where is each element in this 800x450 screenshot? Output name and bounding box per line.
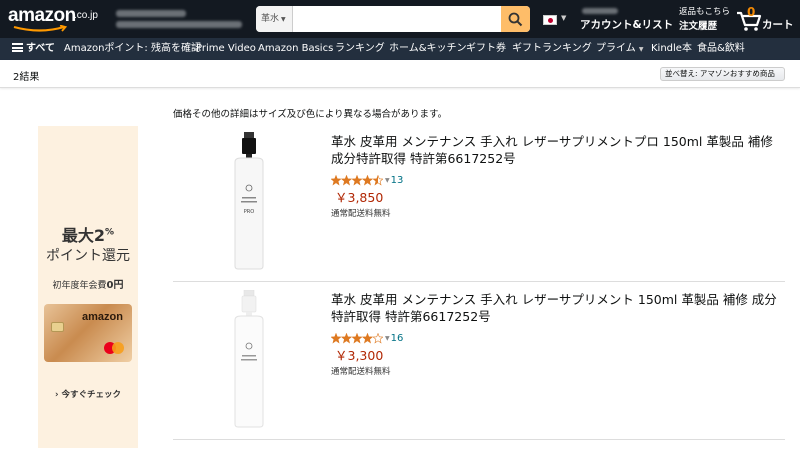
nav-item-prime[interactable]: プライム ▼	[596, 38, 643, 60]
nav-item-amazon-basics[interactable]: Amazon Basics	[258, 38, 333, 60]
ad-cta-label: 今すぐチェック	[61, 390, 121, 400]
rating-count[interactable]: 16	[391, 333, 404, 344]
search-input[interactable]	[293, 6, 493, 32]
product-title[interactable]: 革水 皮革用 メンテナンス 手入れ レザーサプリメントプロ 150ml 革製品 …	[331, 133, 783, 167]
logo-tld: .co.jp	[74, 10, 98, 21]
product-image[interactable]: PRO	[229, 132, 269, 270]
secondary-navigation-bar: すべて Amazonポイント: 残高を確認 Prime Video Amazon…	[0, 38, 800, 60]
product-price[interactable]: ￥3,300	[335, 345, 383, 364]
shipping-info: 通常配送料無料	[331, 209, 391, 219]
caret-down-icon: ▼	[385, 177, 390, 184]
product-title[interactable]: 革水 皮革用 メンテナンス 手入れ レザーサプリメント 150ml 革製品 補修…	[331, 291, 783, 325]
logo-text: amazon	[8, 5, 76, 26]
results-count: 2結果	[13, 72, 40, 83]
cart-button[interactable]: 0 カート	[736, 5, 796, 33]
ad-subline: ポイント還元	[46, 248, 130, 264]
mastercard-icon	[104, 342, 124, 354]
account-label: アカウント&リスト	[580, 19, 674, 31]
caret-down-icon: ▼	[385, 335, 390, 342]
account-and-lists[interactable]: アカウント&リスト	[580, 5, 674, 33]
ad-headline-sup: %	[105, 227, 115, 238]
nav-item-ranking[interactable]: ランキング	[335, 38, 385, 60]
nav-all-label: すべて	[26, 43, 55, 54]
nav-item-food-beverage[interactable]: 食品&飲料	[697, 38, 745, 60]
card-brand: amazon	[82, 311, 123, 323]
nav-item-home-kitchen[interactable]: ホーム&キッチン	[389, 38, 467, 60]
nav-item-amazon-points[interactable]: Amazonポイント: 残高を確認	[64, 38, 201, 60]
search-category-dropdown[interactable]: 革水 ▼	[256, 6, 293, 32]
product-rating[interactable]: ▼16	[331, 328, 403, 344]
product-label-text: PRO	[244, 209, 254, 215]
ad-headline-text: 最大2	[61, 226, 106, 245]
credit-card-image: amazon	[44, 304, 132, 362]
search-category-label: 革水	[261, 14, 280, 24]
delivery-address-redacted[interactable]	[116, 6, 246, 32]
ad-fee: 初年度年会費0円	[38, 276, 138, 291]
caret-down-icon: ▼	[638, 46, 644, 53]
cart-label: カート	[762, 19, 794, 31]
product-image[interactable]	[229, 290, 269, 428]
price-disclaimer: 価格その他の詳細はサイズ及び色により異なる場合があります。	[173, 109, 448, 120]
search-button[interactable]	[501, 6, 530, 32]
product-rating[interactable]: ▼13	[331, 170, 403, 186]
nav-item-gift-ranking[interactable]: ギフトランキング	[512, 38, 592, 60]
hamburger-menu-icon	[12, 43, 23, 52]
japan-flag-icon[interactable]	[543, 15, 557, 25]
search-result-item: PRO 革水 皮革用 メンテナンス 手入れ レザーサプリメントプロ 150ml …	[173, 126, 785, 282]
smile-arrow-icon	[13, 25, 68, 32]
nav-all-menu[interactable]: すべて	[12, 38, 55, 60]
credit-card-ad[interactable]: 最大2% ポイント還元 初年度年会費0円 amazon › 今すぐチェック	[38, 126, 138, 448]
shipping-info: 通常配送料無料	[331, 367, 391, 377]
search-icon	[508, 12, 523, 27]
nav-item-gift-cards[interactable]: ギフト券	[466, 38, 506, 60]
ad-headline: 最大2%	[38, 222, 138, 246]
rating-count[interactable]: 13	[391, 175, 404, 186]
nav-item-kindle[interactable]: Kindle本	[651, 38, 692, 60]
results-info-bar: 2結果 並べ替え: アマゾンおすすめ商品	[0, 60, 800, 88]
sort-label: 並べ替え: アマゾンおすすめ商品	[665, 69, 775, 78]
card-chip-icon	[51, 322, 64, 332]
amazon-logo[interactable]: amazon .co.jp	[8, 5, 104, 33]
ad-cta-link[interactable]: › 今すぐチェック	[38, 388, 138, 400]
cart-count: 0	[747, 5, 756, 19]
returns-and-orders[interactable]: 返品もこちら 注文履歴	[679, 5, 730, 32]
caret-down-icon: ▼	[281, 16, 286, 23]
star-rating-icon	[331, 175, 383, 186]
caret-down-icon: ▼	[561, 14, 567, 22]
search-bar: 革水 ▼	[256, 6, 530, 32]
search-result-item: 革水 皮革用 メンテナンス 手入れ レザーサプリメント 150ml 革製品 補修…	[173, 284, 785, 440]
nav-prime-label: プライム	[596, 43, 636, 54]
orders-line2: 注文履歴	[679, 21, 718, 32]
sort-dropdown[interactable]: 並べ替え: アマゾンおすすめ商品	[660, 67, 785, 81]
star-rating-icon	[331, 333, 383, 344]
ad-fee-value: 0円	[106, 280, 124, 291]
orders-line1: 返品もこちら	[679, 7, 731, 17]
product-price[interactable]: ￥3,850	[335, 187, 383, 206]
ad-fee-prefix: 初年度年会費	[52, 281, 107, 291]
nav-item-prime-video[interactable]: Prime Video	[196, 38, 256, 60]
top-navigation-bar: amazon .co.jp 革水 ▼ ▼ アカウント&リスト 返品もこちら 注文履…	[0, 0, 800, 38]
